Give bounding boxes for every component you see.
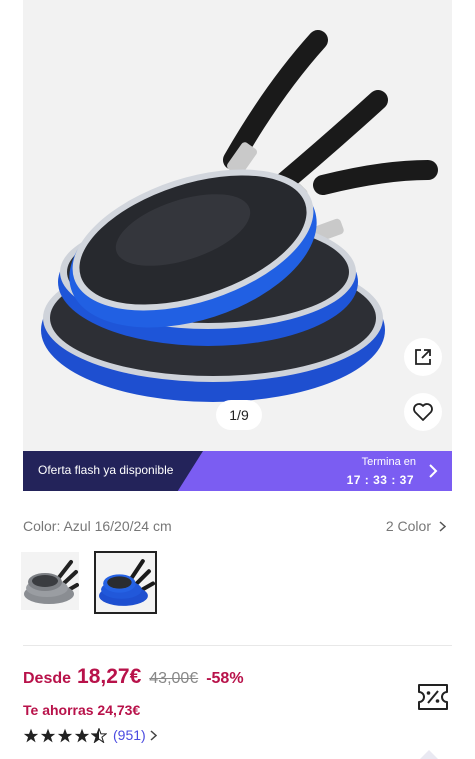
color-swatch-grey[interactable]	[21, 552, 79, 610]
share-button[interactable]	[404, 338, 442, 376]
ends-in-label: Termina en	[361, 456, 416, 468]
chevron-right-icon	[429, 464, 438, 478]
favorite-button[interactable]	[404, 393, 442, 431]
half-star-icon	[91, 727, 107, 743]
external-link-icon	[415, 349, 431, 365]
price-row: Desde 18,27€ 43,00€ -58%	[23, 665, 244, 689]
star-rating	[23, 727, 107, 743]
flash-sale-banner[interactable]: Oferta flash ya disponible Termina en 17…	[23, 451, 452, 491]
chevron-right-icon	[150, 729, 157, 741]
star-icon	[74, 728, 90, 742]
star-icon	[23, 728, 39, 742]
rating-row[interactable]: (951)	[23, 727, 157, 743]
original-price: 43,00€	[149, 670, 199, 687]
image-pager: 1/9	[216, 400, 262, 430]
coupon-icon[interactable]	[416, 682, 450, 712]
price-from-label: Desde	[23, 670, 72, 687]
chevron-right-icon	[439, 520, 446, 532]
color-count-text: 2 Color	[385, 518, 431, 534]
star-icon	[57, 728, 73, 742]
flash-sale-text: Oferta flash ya disponible	[38, 463, 174, 477]
color-swatch-blue[interactable]	[94, 551, 157, 614]
blue-pans-thumbnail	[99, 559, 155, 606]
tooltip-pointer	[420, 750, 438, 759]
grey-pans-thumbnail	[24, 560, 79, 604]
product-image-gallery[interactable]: 1/9	[23, 0, 452, 451]
color-label: Color: Azul 16/20/24 cm	[23, 518, 172, 534]
star-icon	[40, 728, 56, 742]
color-selector-row[interactable]: Color: Azul 16/20/24 cm 2 Color	[23, 518, 452, 538]
color-count-link[interactable]: 2 Color	[386, 518, 446, 534]
review-count[interactable]: (951)	[113, 727, 146, 743]
savings-text: Te ahorras 24,73€	[23, 702, 141, 718]
discount-badge: -58%	[206, 670, 244, 687]
countdown-timer: 17 : 33 : 37	[346, 473, 414, 487]
current-price: 18,27€	[77, 665, 142, 688]
heart-icon	[413, 403, 433, 421]
frying-pans-image	[41, 30, 438, 402]
section-divider	[23, 645, 452, 646]
